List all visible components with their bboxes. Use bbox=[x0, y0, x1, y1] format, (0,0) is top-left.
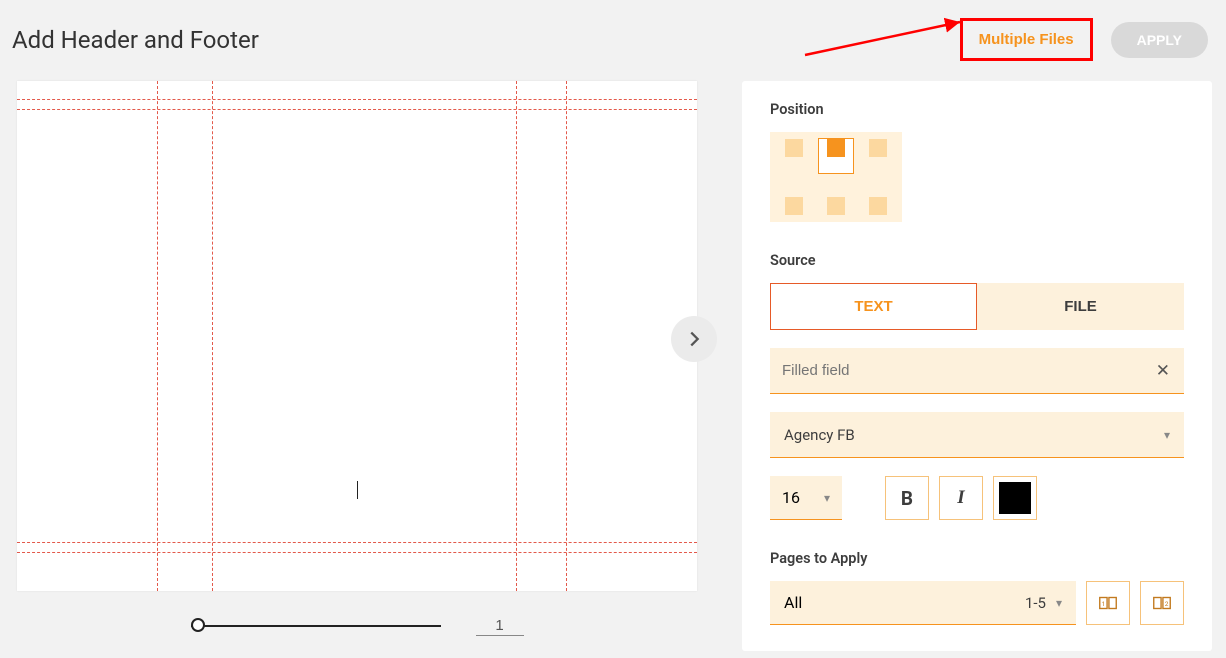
source-tabs: TEXT FILE bbox=[770, 283, 1184, 330]
italic-button[interactable]: I bbox=[939, 476, 983, 520]
chevron-down-icon: ▾ bbox=[824, 491, 830, 505]
chevron-down-icon: ▾ bbox=[1056, 596, 1062, 610]
bold-button[interactable]: B bbox=[885, 476, 929, 520]
text-field-wrapper: ✕ bbox=[770, 348, 1184, 394]
page-slider[interactable] bbox=[191, 625, 441, 627]
even-pages-icon: 2 bbox=[1151, 592, 1173, 614]
source-label: Source bbox=[770, 252, 1184, 269]
odd-pages-button[interactable]: 1 bbox=[1086, 581, 1130, 625]
source-tab-text[interactable]: TEXT bbox=[770, 283, 977, 330]
text-color-button[interactable] bbox=[993, 476, 1037, 520]
position-grid bbox=[770, 132, 902, 222]
position-top-right[interactable] bbox=[860, 138, 896, 174]
font-size-select[interactable]: 16 ▾ bbox=[770, 476, 842, 520]
margin-guide bbox=[566, 81, 567, 591]
position-top-left[interactable] bbox=[776, 138, 812, 174]
apply-button[interactable]: APPLY bbox=[1111, 22, 1208, 58]
page-number-input[interactable] bbox=[476, 616, 524, 636]
margin-guide bbox=[17, 109, 697, 110]
next-page-button[interactable] bbox=[671, 316, 717, 362]
font-family-select[interactable]: Agency FB ▾ bbox=[770, 412, 1184, 458]
margin-guide bbox=[17, 552, 697, 553]
pages-mode-value: All bbox=[784, 593, 802, 612]
header-text-input[interactable] bbox=[780, 361, 1152, 380]
clear-text-icon[interactable]: ✕ bbox=[1152, 361, 1174, 381]
pages-range-value: 1-5 bbox=[1025, 594, 1046, 612]
chevron-down-icon: ▾ bbox=[1164, 428, 1170, 442]
margin-guide bbox=[17, 542, 697, 543]
svg-text:2: 2 bbox=[1165, 600, 1169, 608]
settings-panel: Position Source TEXT FILE ✕ Agency FB bbox=[742, 81, 1212, 651]
even-pages-button[interactable]: 2 bbox=[1140, 581, 1184, 625]
multiple-files-button[interactable]: Multiple Files bbox=[960, 18, 1093, 61]
margin-guide bbox=[157, 81, 158, 591]
page-title: Add Header and Footer bbox=[12, 26, 259, 54]
position-bottom-left[interactable] bbox=[776, 180, 812, 216]
margin-guide bbox=[212, 81, 213, 591]
pages-apply-select[interactable]: All 1-5 ▾ bbox=[770, 581, 1076, 625]
source-tab-file[interactable]: FILE bbox=[977, 283, 1184, 330]
preview-panel bbox=[12, 81, 702, 651]
svg-text:1: 1 bbox=[1102, 600, 1106, 608]
odd-pages-icon: 1 bbox=[1097, 592, 1119, 614]
color-swatch bbox=[999, 482, 1031, 514]
font-size-value: 16 bbox=[782, 488, 800, 507]
position-label: Position bbox=[770, 101, 1184, 118]
document-page bbox=[17, 81, 697, 591]
pages-label: Pages to Apply bbox=[770, 550, 1184, 567]
text-caret bbox=[357, 481, 358, 499]
margin-guide bbox=[516, 81, 517, 591]
chevron-right-icon bbox=[683, 328, 705, 350]
font-family-value: Agency FB bbox=[784, 426, 855, 444]
position-bottom-center[interactable] bbox=[818, 180, 854, 216]
page-slider-thumb[interactable] bbox=[191, 618, 205, 632]
margin-guide bbox=[17, 99, 697, 100]
position-top-center[interactable] bbox=[818, 138, 854, 174]
position-bottom-right[interactable] bbox=[860, 180, 896, 216]
